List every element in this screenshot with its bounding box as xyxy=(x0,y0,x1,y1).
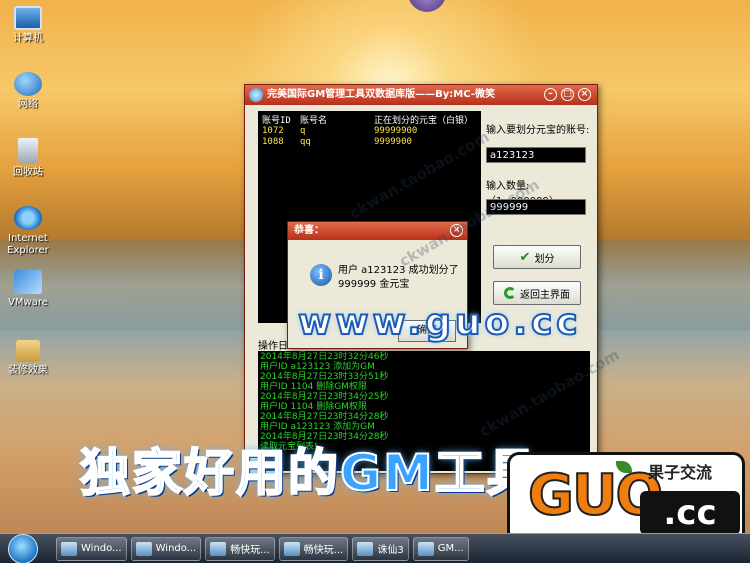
dialog-message-line2: 999999 金元宝 xyxy=(338,279,410,290)
taskbar: Windo... Windo... 畅快玩... 畅快玩... 诛仙3 GM..… xyxy=(0,533,750,563)
close-button[interactable]: × xyxy=(578,88,591,101)
back-button-label: 返回主界面 xyxy=(520,289,570,301)
taskbar-item[interactable]: 畅快玩... xyxy=(205,536,275,561)
dialog-message-line1: 用户 a123123 成功划分了 xyxy=(338,265,459,276)
desktop-icon-label: 网络 xyxy=(18,99,38,110)
log-line: 2014年8月27日23时34分25秒 xyxy=(260,392,389,402)
amount-input[interactable]: 999999 xyxy=(486,199,586,215)
taskbar-item-label: Windo... xyxy=(81,543,122,554)
log-label: 操作日 xyxy=(258,341,288,352)
dialog-title: 恭喜： xyxy=(294,225,324,236)
header-yuanbao: 正在划分的元宝（白银） xyxy=(374,116,474,126)
desktop-icon-ie[interactable]: Internet Explorer xyxy=(6,206,50,257)
header-account-name: 账号名 xyxy=(300,116,328,126)
minimize-button[interactable]: – xyxy=(544,88,557,101)
window-icon xyxy=(61,541,77,556)
taskbar-item[interactable]: GM... xyxy=(412,536,469,561)
site-url-overlay: www.guo.cc xyxy=(297,301,582,344)
cell-name: qq xyxy=(300,137,311,147)
desktop-icon-label: VMware xyxy=(8,297,48,308)
recycle-bin-icon xyxy=(18,138,38,164)
desktop-icon-label: 计算机 xyxy=(13,33,43,44)
window-titlebar[interactable]: 完美国际GM管理工具双数据库版——By:MC-微笑 – □ × xyxy=(245,85,597,105)
desktop-icon-recycle-bin[interactable]: 回收站 xyxy=(6,138,50,179)
dialog-close-button[interactable]: × xyxy=(450,224,463,237)
info-icon: i xyxy=(310,264,332,286)
app-icon xyxy=(210,541,227,556)
app-icon xyxy=(249,88,263,102)
desktop-icon-computer[interactable]: 计算机 xyxy=(6,6,50,45)
list-item[interactable]: 1072 q 99999900 xyxy=(262,126,477,137)
logo-text-cc: .cc xyxy=(640,491,740,535)
cell-id: 1088 xyxy=(262,137,284,147)
taskbar-item[interactable]: Windo... xyxy=(130,536,202,561)
desktop-icon-folder[interactable]: 装修效果 xyxy=(6,340,50,377)
allocate-button[interactable]: ✔ 划分 xyxy=(493,245,581,269)
taskbar-item-label: 畅快玩... xyxy=(303,545,344,556)
dialog-titlebar[interactable]: 恭喜： × xyxy=(288,222,467,240)
account-label: 输入要划分元宝的账号: xyxy=(486,125,590,136)
desktop-icon-vmware[interactable]: VMware xyxy=(6,270,50,309)
taskbar-item-label: 诛仙3 xyxy=(377,545,404,556)
window-title: 完美国际GM管理工具双数据库版——By:MC-微笑 xyxy=(267,89,495,100)
game-icon xyxy=(357,541,374,556)
taskbar-item-label: GM... xyxy=(437,543,464,554)
network-icon xyxy=(14,72,42,96)
promo-banner: 独家好用的GM工具 xyxy=(79,443,539,503)
folder-icon xyxy=(135,541,152,556)
logo-text-cn: 果子交流 xyxy=(648,463,713,482)
cell-amount: 99999900 xyxy=(374,126,418,136)
taskbar-item-label: Windo... xyxy=(155,543,197,554)
taskbar-item[interactable]: Windo... xyxy=(56,536,127,561)
list-item[interactable]: 1088 qq 9999900 xyxy=(262,137,477,148)
log-line: 用户ID 1104 删除GM权限 xyxy=(260,382,367,392)
taskbar-item[interactable]: 畅快玩... xyxy=(278,536,349,561)
taskbar-item-label: 畅快玩... xyxy=(230,545,270,556)
log-line: 用户ID a123123 添加为GM xyxy=(260,422,375,432)
log-line: 2014年8月27日23时34分28秒 xyxy=(260,412,389,422)
vmware-icon xyxy=(14,270,42,294)
cell-name: q xyxy=(300,126,306,136)
refresh-icon xyxy=(504,287,516,299)
desktop-icon-label: Internet Explorer xyxy=(7,233,49,256)
list-header: 账号ID 账号名 正在划分的元宝（白银） xyxy=(262,113,477,126)
desktop-icon-label: 回收站 xyxy=(13,167,43,178)
log-line: 2014年8月27日23时32分46秒 xyxy=(260,352,389,362)
maximize-button[interactable]: □ xyxy=(561,88,574,101)
taskbar-item[interactable]: 诛仙3 xyxy=(352,536,409,561)
log-line: 用户ID 1104 删除GM权限 xyxy=(260,402,367,412)
gm-tool-icon xyxy=(417,541,434,556)
account-input[interactable]: a123123 xyxy=(486,147,586,163)
internet-explorer-icon xyxy=(14,206,42,230)
log-line: 2014年8月27日23时33分51秒 xyxy=(260,372,389,382)
desktop-icon-network[interactable]: 网络 xyxy=(6,72,50,111)
folder-icon xyxy=(16,340,40,362)
cell-amount: 9999900 xyxy=(374,137,412,147)
start-button[interactable] xyxy=(8,533,38,563)
app-icon xyxy=(283,541,300,556)
cell-id: 1072 xyxy=(262,126,284,136)
check-icon: ✔ xyxy=(519,249,531,265)
allocate-button-label: 划分 xyxy=(534,253,555,265)
computer-icon xyxy=(14,6,42,30)
log-line: 用户ID a123123 添加为GM xyxy=(260,362,375,372)
dialog-message: 用户 a123123 成功划分了 999999 金元宝 xyxy=(338,264,459,292)
desktop-icon-label: 装修效果 xyxy=(8,365,48,376)
header-account-id: 账号ID xyxy=(262,116,291,126)
